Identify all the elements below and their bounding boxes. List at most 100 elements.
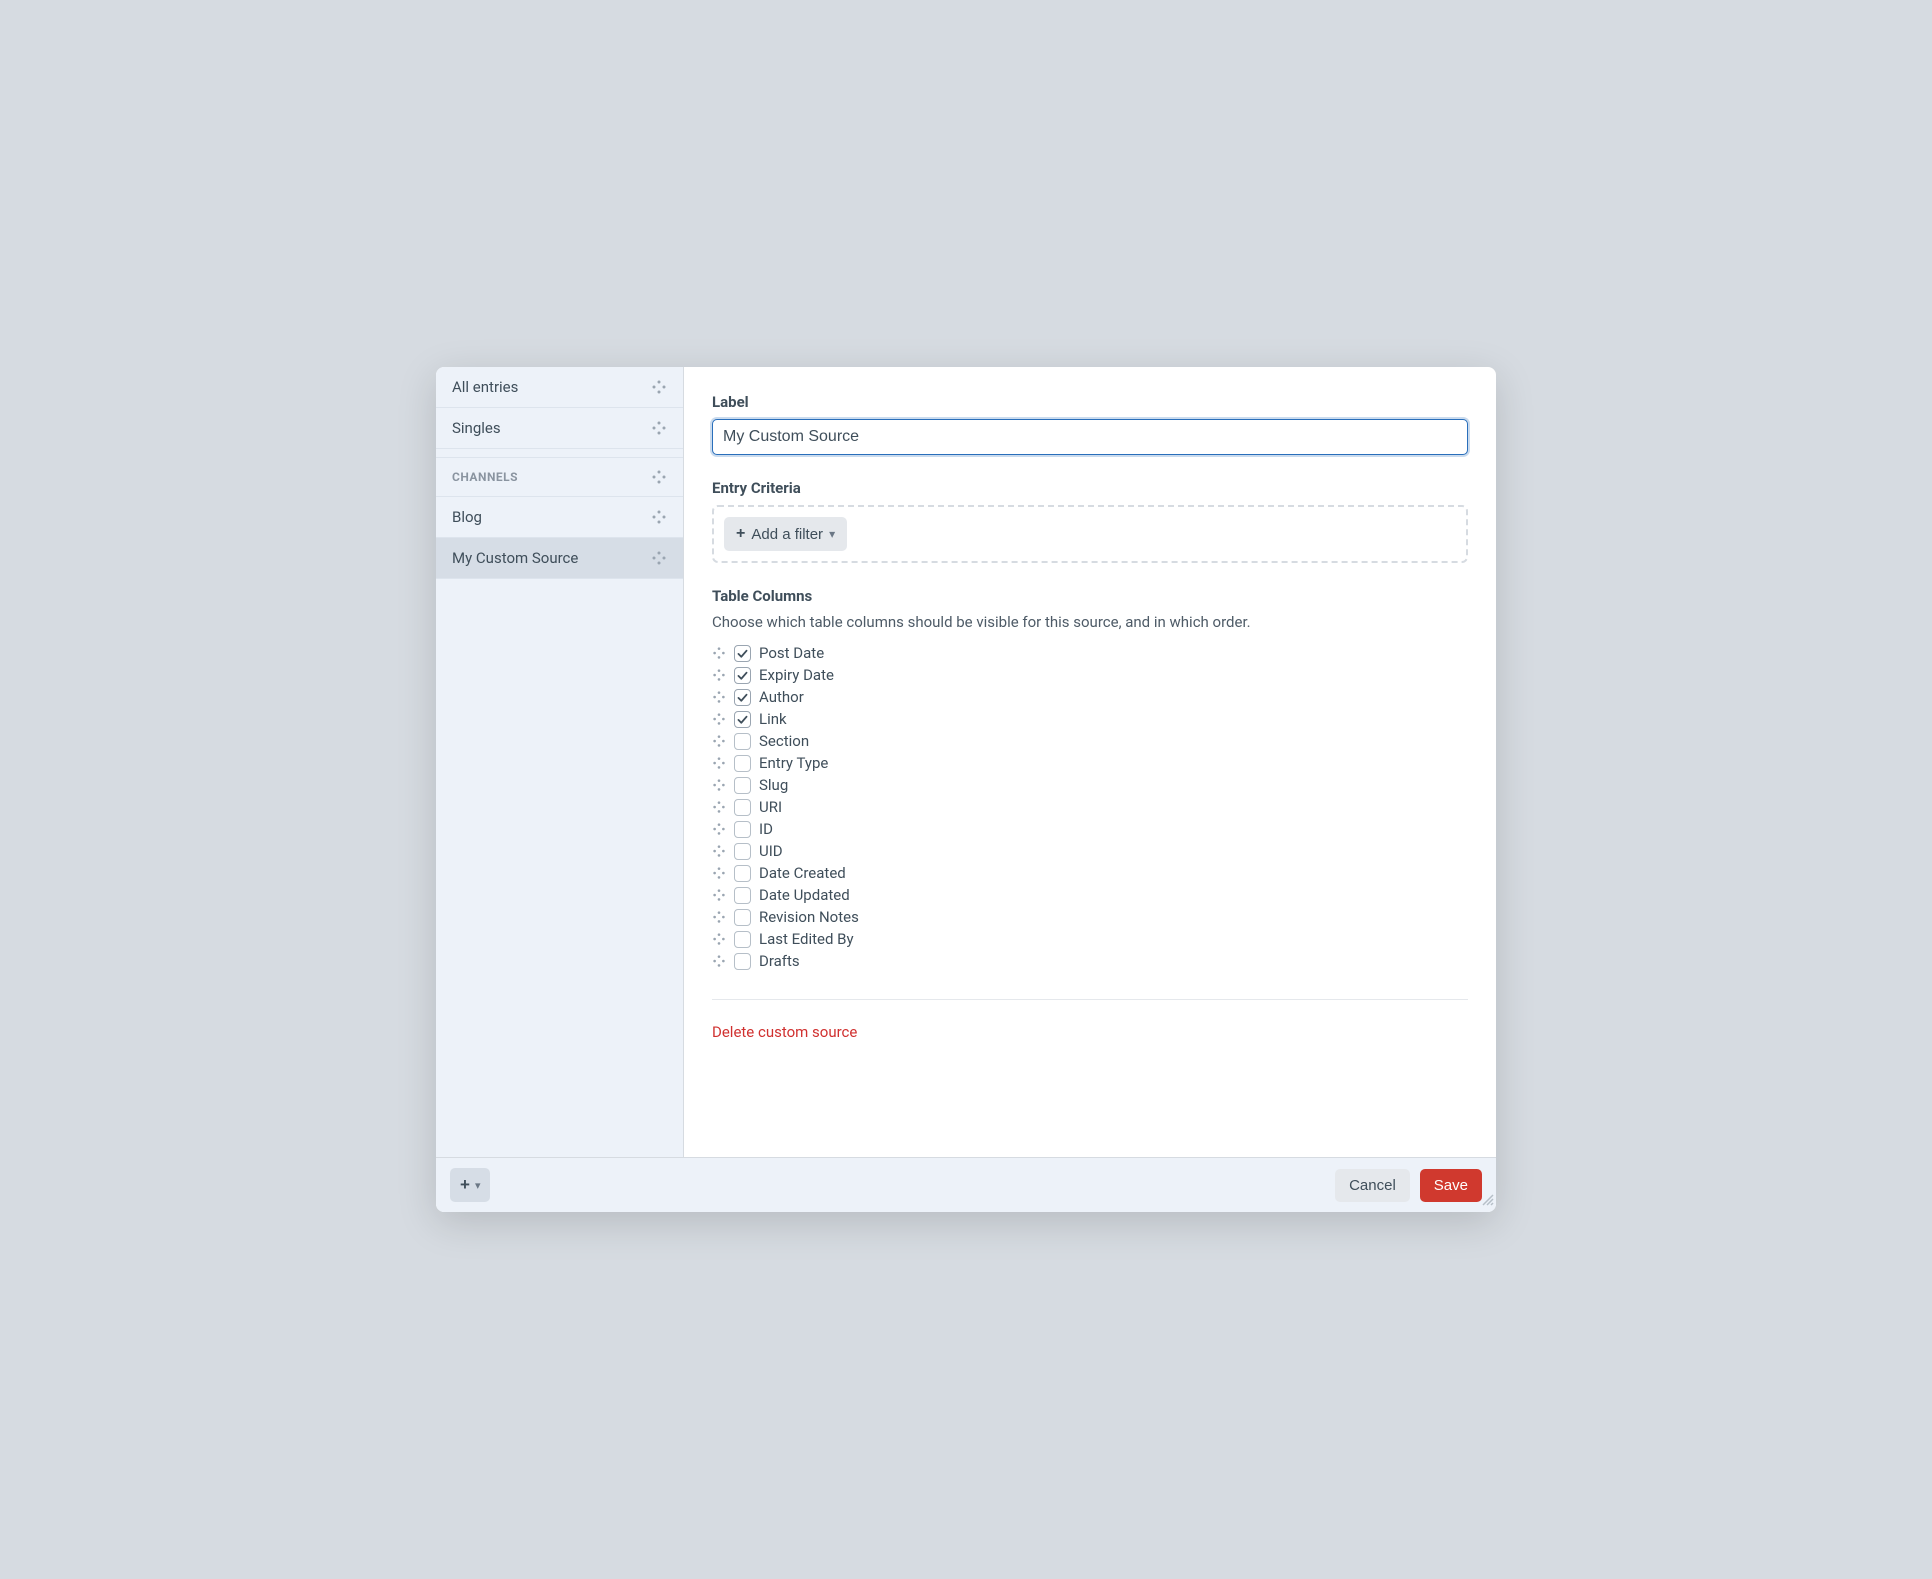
- column-checkbox[interactable]: [734, 667, 751, 684]
- drag-handle-icon[interactable]: [712, 778, 726, 792]
- drag-handle-icon[interactable]: [712, 734, 726, 748]
- drag-handle-icon[interactable]: [712, 800, 726, 814]
- delete-custom-source-link[interactable]: Delete custom source: [712, 1023, 857, 1041]
- column-label: UID: [759, 842, 783, 860]
- chevron-down-icon: ▾: [829, 527, 835, 541]
- columns-list: Post Date Expiry Date Author Link Section Ent…: [712, 643, 1468, 971]
- sidebar-item-label: Singles: [452, 419, 501, 437]
- column-label: Revision Notes: [759, 908, 859, 926]
- drag-handle-icon[interactable]: [651, 509, 667, 525]
- customize-sources-modal: All entries Singles CHANNELS: [436, 367, 1496, 1212]
- column-label: Section: [759, 732, 809, 750]
- column-row: Date Updated: [712, 885, 1468, 905]
- column-label: URI: [759, 798, 782, 816]
- table-columns-help: Choose which table columns should be vis…: [712, 613, 1468, 631]
- sidebar-item-blog[interactable]: Blog: [436, 497, 683, 538]
- sidebar-item-my-custom-source[interactable]: My Custom Source: [436, 538, 683, 579]
- column-row: URI: [712, 797, 1468, 817]
- column-row: UID: [712, 841, 1468, 861]
- criteria-dropzone: + Add a filter ▾: [712, 505, 1468, 563]
- table-columns-block: Table Columns Choose which table columns…: [712, 587, 1468, 971]
- column-label: Post Date: [759, 644, 824, 662]
- drag-handle-icon[interactable]: [712, 844, 726, 858]
- column-checkbox[interactable]: [734, 843, 751, 860]
- column-row: Last Edited By: [712, 929, 1468, 949]
- column-label: Slug: [759, 776, 788, 794]
- column-row: Section: [712, 731, 1468, 751]
- drag-handle-icon[interactable]: [651, 379, 667, 395]
- column-checkbox[interactable]: [734, 733, 751, 750]
- drag-handle-icon[interactable]: [651, 469, 667, 485]
- cancel-button[interactable]: Cancel: [1335, 1169, 1410, 1202]
- drag-handle-icon[interactable]: [712, 866, 726, 880]
- column-checkbox[interactable]: [734, 887, 751, 904]
- drag-handle-icon[interactable]: [651, 550, 667, 566]
- sidebar-heading-label: CHANNELS: [452, 470, 518, 484]
- label-input[interactable]: [712, 419, 1468, 455]
- sidebar-heading-channels: CHANNELS: [436, 457, 683, 497]
- sidebar-list: All entries Singles CHANNELS: [436, 367, 683, 1157]
- add-filter-button[interactable]: + Add a filter ▾: [724, 517, 847, 551]
- column-row: ID: [712, 819, 1468, 839]
- plus-icon: +: [736, 525, 745, 543]
- save-button[interactable]: Save: [1420, 1169, 1482, 1202]
- drag-handle-icon[interactable]: [712, 822, 726, 836]
- label-field-label: Label: [712, 393, 1468, 411]
- column-row: Author: [712, 687, 1468, 707]
- column-row: Date Created: [712, 863, 1468, 883]
- column-row: Revision Notes: [712, 907, 1468, 927]
- column-label: Expiry Date: [759, 666, 834, 684]
- drag-handle-icon[interactable]: [651, 420, 667, 436]
- footer-buttons: Cancel Save: [1335, 1169, 1482, 1202]
- column-row: Slug: [712, 775, 1468, 795]
- sidebar-item-label: My Custom Source: [452, 549, 578, 567]
- sidebar-item-label: Blog: [452, 508, 482, 526]
- sidebar-item-all-entries[interactable]: All entries: [436, 367, 683, 408]
- sources-sidebar: All entries Singles CHANNELS: [436, 367, 684, 1157]
- column-checkbox[interactable]: [734, 953, 751, 970]
- drag-handle-icon[interactable]: [712, 690, 726, 704]
- column-checkbox[interactable]: [734, 931, 751, 948]
- column-label: Author: [759, 688, 804, 706]
- column-checkbox[interactable]: [734, 909, 751, 926]
- column-label: Last Edited By: [759, 930, 854, 948]
- column-checkbox[interactable]: [734, 755, 751, 772]
- drag-handle-icon[interactable]: [712, 712, 726, 726]
- divider: [712, 999, 1468, 1000]
- add-filter-label: Add a filter: [751, 526, 823, 543]
- column-label: Drafts: [759, 952, 800, 970]
- resize-grip-icon: [1480, 1191, 1494, 1210]
- column-label: Date Updated: [759, 886, 850, 904]
- column-checkbox[interactable]: [734, 645, 751, 662]
- drag-handle-icon[interactable]: [712, 668, 726, 682]
- column-checkbox[interactable]: [734, 777, 751, 794]
- column-label: ID: [759, 820, 773, 838]
- drag-handle-icon[interactable]: [712, 888, 726, 902]
- plus-icon: +: [460, 1175, 470, 1195]
- sidebar-item-singles[interactable]: Singles: [436, 408, 683, 449]
- column-checkbox[interactable]: [734, 821, 751, 838]
- column-row: Post Date: [712, 643, 1468, 663]
- column-row: Drafts: [712, 951, 1468, 971]
- drag-handle-icon[interactable]: [712, 910, 726, 924]
- modal-footer: + ▾ Cancel Save: [436, 1157, 1496, 1212]
- column-checkbox[interactable]: [734, 689, 751, 706]
- drag-handle-icon[interactable]: [712, 932, 726, 946]
- column-checkbox[interactable]: [734, 711, 751, 728]
- source-settings-panel: Label Entry Criteria + Add a filter ▾ Ta…: [684, 367, 1496, 1157]
- column-row: Entry Type: [712, 753, 1468, 773]
- column-label: Entry Type: [759, 754, 828, 772]
- column-row: Expiry Date: [712, 665, 1468, 685]
- column-checkbox[interactable]: [734, 865, 751, 882]
- column-label: Link: [759, 710, 787, 728]
- drag-handle-icon[interactable]: [712, 954, 726, 968]
- sidebar-item-label: All entries: [452, 378, 518, 396]
- column-checkbox[interactable]: [734, 799, 751, 816]
- entry-criteria-block: Entry Criteria + Add a filter ▾: [712, 479, 1468, 563]
- table-columns-label: Table Columns: [712, 587, 1468, 605]
- drag-handle-icon[interactable]: [712, 756, 726, 770]
- column-row: Link: [712, 709, 1468, 729]
- label-field-block: Label: [712, 393, 1468, 455]
- add-source-button[interactable]: + ▾: [450, 1168, 490, 1202]
- drag-handle-icon[interactable]: [712, 646, 726, 660]
